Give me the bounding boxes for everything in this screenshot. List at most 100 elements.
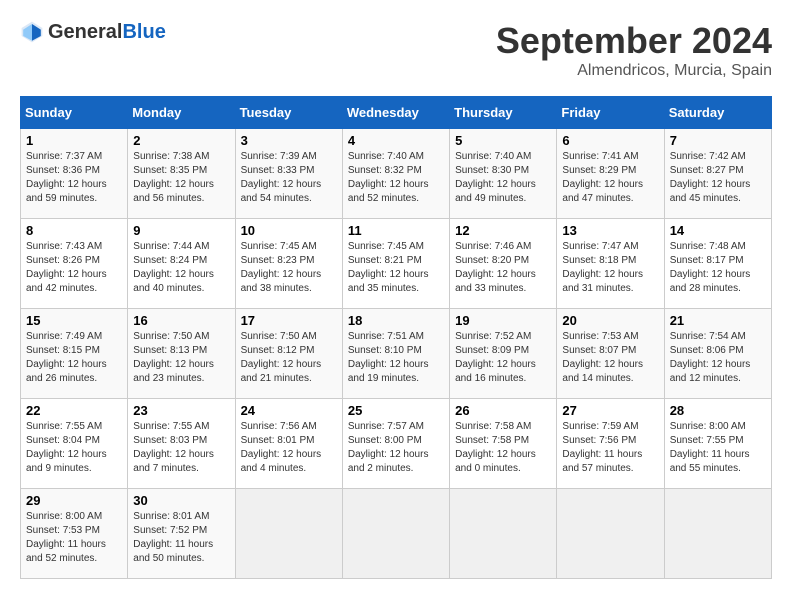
day-number: 20: [562, 313, 658, 328]
calendar-cell: 12 Sunrise: 7:46 AMSunset: 8:20 PMDayligh…: [450, 219, 557, 309]
day-details: Sunrise: 7:52 AMSunset: 8:09 PMDaylight:…: [455, 331, 536, 384]
day-number: 25: [348, 403, 444, 418]
day-details: Sunrise: 7:54 AMSunset: 8:06 PMDaylight:…: [670, 331, 751, 384]
day-number: 5: [455, 133, 551, 148]
calendar-table: Sunday Monday Tuesday Wednesday Thursday…: [20, 96, 772, 579]
logo-icon: [20, 20, 44, 44]
col-saturday: Saturday: [664, 97, 771, 129]
day-details: Sunrise: 7:42 AMSunset: 8:27 PMDaylight:…: [670, 151, 751, 204]
day-number: 24: [241, 403, 337, 418]
calendar-cell: 23Sunrise: 7:55 AMSunset: 8:03 PMDayligh…: [128, 399, 235, 489]
day-details: Sunrise: 7:50 AMSunset: 8:12 PMDaylight:…: [241, 331, 322, 384]
day-number: 22: [26, 403, 122, 418]
calendar-cell: [664, 489, 771, 579]
calendar-cell: 4Sunrise: 7:40 AMSunset: 8:32 PMDaylight…: [342, 129, 449, 219]
logo-text: GeneralBlue: [48, 21, 166, 44]
month-year-title: September 2024: [496, 20, 772, 62]
calendar-week-row: 8Sunrise: 7:43 AMSunset: 8:26 PMDaylight…: [21, 219, 772, 309]
day-details: Sunrise: 7:39 AMSunset: 8:33 PMDaylight:…: [241, 151, 322, 204]
day-number: 1: [26, 133, 122, 148]
day-details: Sunrise: 7:51 AMSunset: 8:10 PMDaylight:…: [348, 331, 429, 384]
day-details: Sunrise: 7:46 AMSunset: 8:20 PMDaylight:…: [455, 241, 536, 294]
calendar-cell: 28 Sunrise: 8:00 AMSunset: 7:55 PMDayligh…: [664, 399, 771, 489]
day-details: Sunrise: 7:44 AMSunset: 8:24 PMDaylight:…: [133, 241, 214, 294]
day-details: Sunrise: 7:47 AMSunset: 8:18 PMDaylight:…: [562, 241, 643, 294]
calendar-cell: 25 Sunrise: 7:57 AMSunset: 8:00 PMDayligh…: [342, 399, 449, 489]
calendar-cell: 26 Sunrise: 7:58 AMSunset: 7:58 PMDayligh…: [450, 399, 557, 489]
calendar-cell: 1 Sunrise: 7:37 AMSunset: 8:36 PMDaylight…: [21, 129, 128, 219]
day-details: Sunrise: 7:45 AMSunset: 8:21 PMDaylight:…: [348, 241, 429, 294]
day-details: Sunrise: 7:40 AMSunset: 8:30 PMDaylight:…: [455, 151, 536, 204]
col-wednesday: Wednesday: [342, 97, 449, 129]
day-number: 21: [670, 313, 766, 328]
title-area: September 2024 Almendricos, Murcia, Spai…: [496, 20, 772, 80]
calendar-cell: 27Sunrise: 7:59 AMSunset: 7:56 PMDayligh…: [557, 399, 664, 489]
calendar-cell: [235, 489, 342, 579]
day-number: 10: [241, 223, 337, 238]
day-number: 28: [670, 403, 766, 418]
day-number: 26: [455, 403, 551, 418]
day-number: 9: [133, 223, 229, 238]
day-details: Sunrise: 7:57 AMSunset: 8:00 PMDaylight:…: [348, 421, 429, 474]
day-details: Sunrise: 7:48 AMSunset: 8:17 PMDaylight:…: [670, 241, 751, 294]
logo-general: General: [48, 21, 122, 43]
calendar-cell: 22 Sunrise: 7:55 AMSunset: 8:04 PMDayligh…: [21, 399, 128, 489]
day-number: 27: [562, 403, 658, 418]
day-number: 15: [26, 313, 122, 328]
calendar-cell: 15 Sunrise: 7:49 AMSunset: 8:15 PMDayligh…: [21, 309, 128, 399]
day-details: Sunrise: 7:38 AMSunset: 8:35 PMDaylight:…: [133, 151, 214, 204]
calendar-cell: [450, 489, 557, 579]
calendar-cell: 20 Sunrise: 7:53 AMSunset: 8:07 PMDayligh…: [557, 309, 664, 399]
calendar-cell: 30 Sunrise: 8:01 AMSunset: 7:52 PMDayligh…: [128, 489, 235, 579]
calendar-cell: 11 Sunrise: 7:45 AMSunset: 8:21 PMDayligh…: [342, 219, 449, 309]
calendar-cell: [557, 489, 664, 579]
calendar-cell: 16 Sunrise: 7:50 AMSunset: 8:13 PMDayligh…: [128, 309, 235, 399]
day-number: 13: [562, 223, 658, 238]
calendar-cell: 8Sunrise: 7:43 AMSunset: 8:26 PMDaylight…: [21, 219, 128, 309]
calendar-week-row: 1 Sunrise: 7:37 AMSunset: 8:36 PMDaylight…: [21, 129, 772, 219]
col-tuesday: Tuesday: [235, 97, 342, 129]
day-number: 30: [133, 493, 229, 508]
calendar-cell: 13 Sunrise: 7:47 AMSunset: 8:18 PMDayligh…: [557, 219, 664, 309]
calendar-cell: 7 Sunrise: 7:42 AMSunset: 8:27 PMDaylight…: [664, 129, 771, 219]
day-details: Sunrise: 8:01 AMSunset: 7:52 PMDaylight:…: [133, 511, 213, 564]
calendar-cell: 24 Sunrise: 7:56 AMSunset: 8:01 PMDayligh…: [235, 399, 342, 489]
day-details: Sunrise: 7:58 AMSunset: 7:58 PMDaylight:…: [455, 421, 536, 474]
day-number: 7: [670, 133, 766, 148]
day-details: Sunrise: 7:49 AMSunset: 8:15 PMDaylight:…: [26, 331, 107, 384]
day-details: Sunrise: 7:43 AMSunset: 8:26 PMDaylight:…: [26, 241, 107, 294]
calendar-cell: [342, 489, 449, 579]
day-number: 3: [241, 133, 337, 148]
col-sunday: Sunday: [21, 97, 128, 129]
calendar-cell: 6 Sunrise: 7:41 AMSunset: 8:29 PMDaylight…: [557, 129, 664, 219]
calendar-cell: 9 Sunrise: 7:44 AMSunset: 8:24 PMDaylight…: [128, 219, 235, 309]
calendar-cell: 2 Sunrise: 7:38 AMSunset: 8:35 PMDaylight…: [128, 129, 235, 219]
day-number: 11: [348, 223, 444, 238]
day-details: Sunrise: 7:50 AMSunset: 8:13 PMDaylight:…: [133, 331, 214, 384]
col-monday: Monday: [128, 97, 235, 129]
day-details: Sunrise: 7:40 AMSunset: 8:32 PMDaylight:…: [348, 151, 429, 204]
day-details: Sunrise: 7:56 AMSunset: 8:01 PMDaylight:…: [241, 421, 322, 474]
day-details: Sunrise: 7:41 AMSunset: 8:29 PMDaylight:…: [562, 151, 643, 204]
day-number: 29: [26, 493, 122, 508]
day-details: Sunrise: 7:53 AMSunset: 8:07 PMDaylight:…: [562, 331, 643, 384]
day-number: 6: [562, 133, 658, 148]
day-details: Sunrise: 7:45 AMSunset: 8:23 PMDaylight:…: [241, 241, 322, 294]
location-subtitle: Almendricos, Murcia, Spain: [496, 62, 772, 80]
calendar-week-row: 15 Sunrise: 7:49 AMSunset: 8:15 PMDayligh…: [21, 309, 772, 399]
calendar-cell: 19 Sunrise: 7:52 AMSunset: 8:09 PMDayligh…: [450, 309, 557, 399]
day-number: 16: [133, 313, 229, 328]
day-number: 19: [455, 313, 551, 328]
day-number: 23: [133, 403, 229, 418]
calendar-cell: 17Sunrise: 7:50 AMSunset: 8:12 PMDayligh…: [235, 309, 342, 399]
calendar-cell: 29 Sunrise: 8:00 AMSunset: 7:53 PMDayligh…: [21, 489, 128, 579]
day-details: Sunrise: 7:37 AMSunset: 8:36 PMDaylight:…: [26, 151, 107, 204]
calendar-header-row: Sunday Monday Tuesday Wednesday Thursday…: [21, 97, 772, 129]
day-details: Sunrise: 8:00 AMSunset: 7:53 PMDaylight:…: [26, 511, 106, 564]
day-details: Sunrise: 8:00 AMSunset: 7:55 PMDaylight:…: [670, 421, 750, 474]
day-details: Sunrise: 7:55 AMSunset: 8:04 PMDaylight:…: [26, 421, 107, 474]
day-number: 12: [455, 223, 551, 238]
day-number: 2: [133, 133, 229, 148]
calendar-cell: 3 Sunrise: 7:39 AMSunset: 8:33 PMDaylight…: [235, 129, 342, 219]
calendar-week-row: 29 Sunrise: 8:00 AMSunset: 7:53 PMDayligh…: [21, 489, 772, 579]
